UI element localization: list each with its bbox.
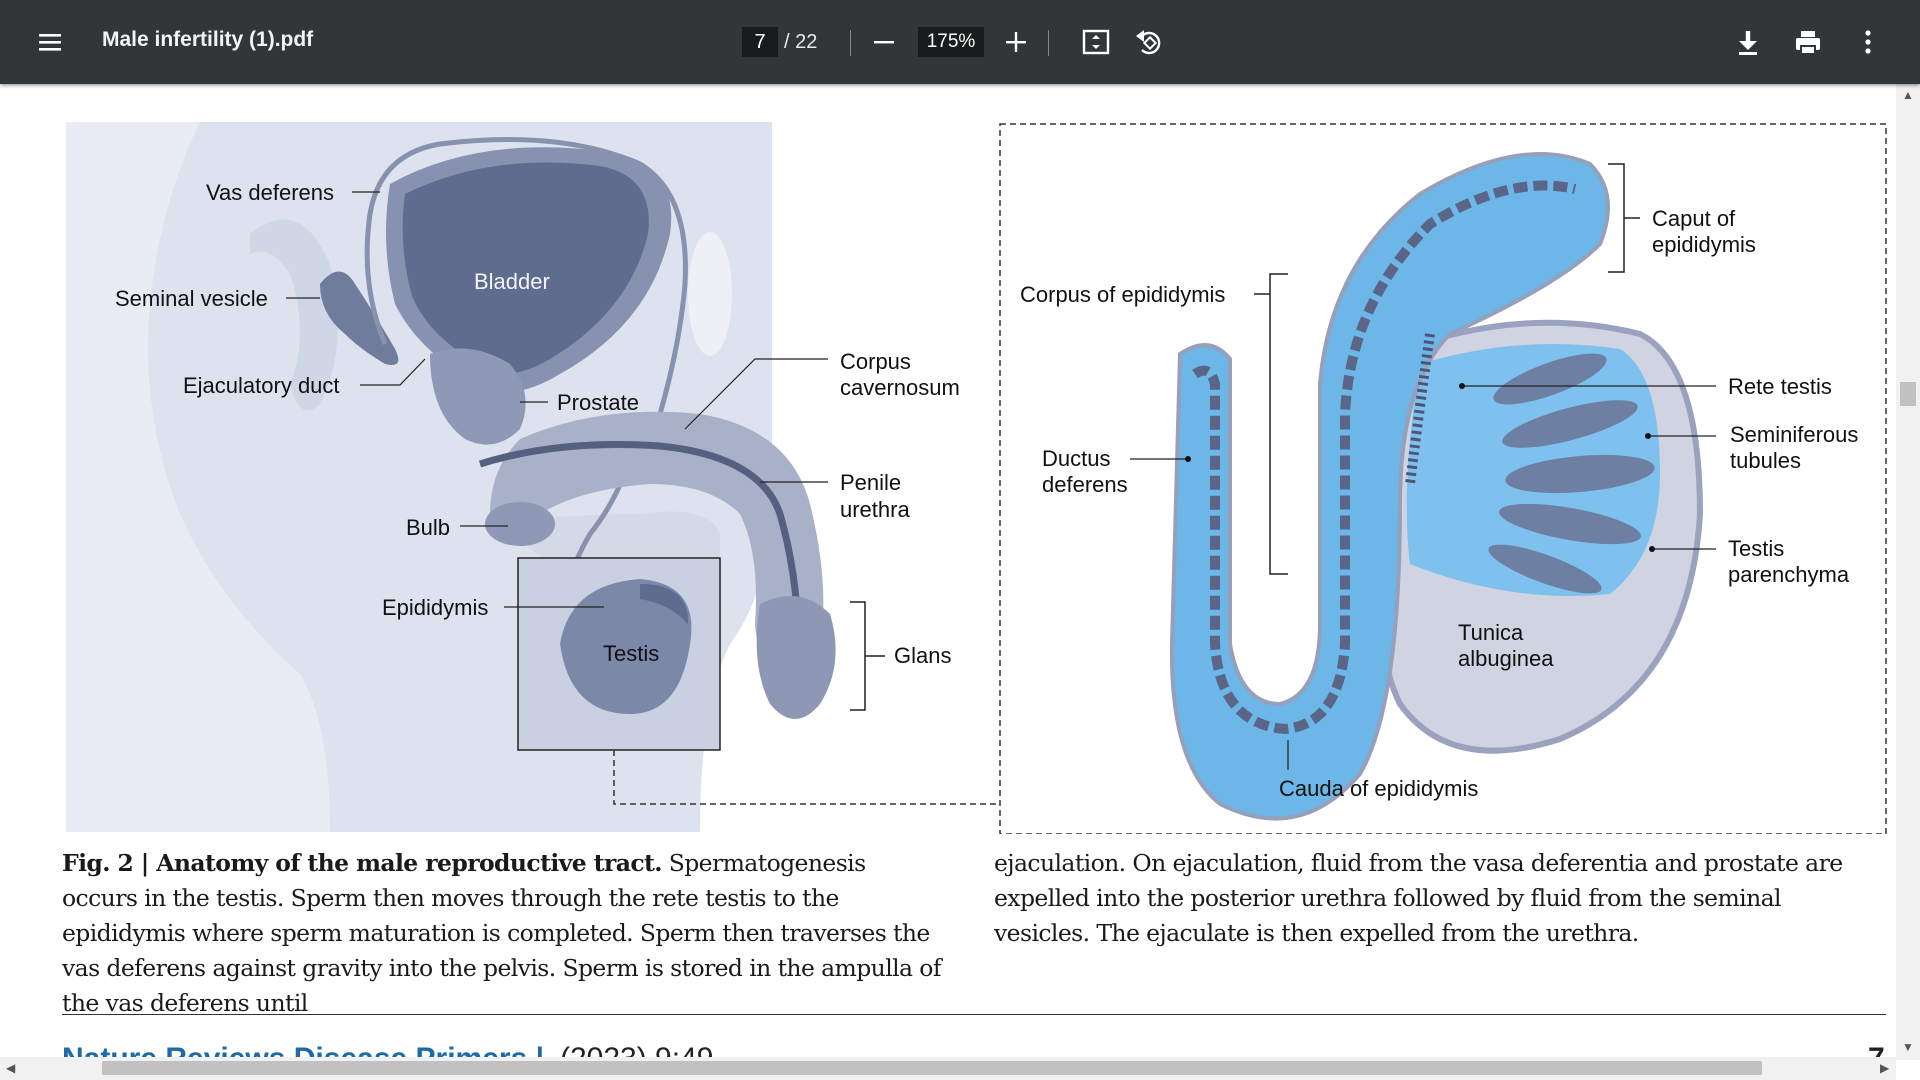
page-total: / 22 xyxy=(784,31,818,53)
label-ductus-2: deferens xyxy=(1042,472,1128,497)
document-title: Male infertility (1).pdf xyxy=(102,28,314,51)
label-ejaculatory-duct: Ejaculatory duct xyxy=(183,373,340,398)
glans-bracket xyxy=(850,601,885,711)
label-parenchyma-2: parenchyma xyxy=(1728,562,1850,587)
pdf-viewer: Vas deferens Seminal vesicle Ejaculatory… xyxy=(0,84,1920,1080)
label-cauda: Cauda of epididymis xyxy=(1279,776,1478,801)
minus-icon[interactable] xyxy=(864,22,904,62)
caput-bracket xyxy=(1608,163,1640,273)
plus-icon[interactable] xyxy=(996,22,1036,62)
label-epididymis: Epididymis xyxy=(382,595,488,620)
zoom-input[interactable]: 175% xyxy=(918,27,984,57)
label-corpus-epididymis: Corpus of epididymis xyxy=(1020,282,1225,307)
label-urethra-1: Penile xyxy=(840,470,901,495)
label-parenchyma-1: Testis xyxy=(1728,536,1784,561)
hamburger-icon[interactable] xyxy=(30,22,70,62)
label-caput-1: Caput of xyxy=(1652,206,1736,231)
pubic-bone xyxy=(688,232,732,356)
caption-fig-label: Fig. 2 | Anatomy of the male reproductiv… xyxy=(62,849,662,877)
caption-left: Fig. 2 | Anatomy of the male reproductiv… xyxy=(62,846,942,1021)
toolbar-divider xyxy=(1048,30,1049,56)
scroll-left-arrow-icon[interactable]: ◀ xyxy=(6,1061,15,1075)
scroll-down-arrow-icon[interactable]: ▼ xyxy=(1902,1040,1914,1054)
download-icon[interactable] xyxy=(1728,22,1768,62)
seminiferous-dot xyxy=(1645,433,1651,439)
label-seminiferous-1: Seminiferous xyxy=(1730,422,1858,447)
footer-rule xyxy=(62,1014,1886,1015)
scroll-right-arrow-icon[interactable]: ▶ xyxy=(1880,1061,1889,1075)
label-bladder: Bladder xyxy=(474,269,550,294)
anatomy-figure: Vas deferens Seminal vesicle Ejaculatory… xyxy=(66,122,1887,834)
label-prostate: Prostate xyxy=(557,390,639,415)
horizontal-scroll-thumb[interactable] xyxy=(102,1061,1762,1075)
label-corpus-2: cavernosum xyxy=(840,375,960,400)
label-urethra-2: urethra xyxy=(840,497,910,522)
label-corpus-1: Corpus xyxy=(840,349,911,374)
rotate-icon[interactable] xyxy=(1130,22,1170,62)
rete-dot xyxy=(1459,383,1465,389)
label-seminiferous-2: tubules xyxy=(1730,448,1801,473)
fit-page-icon[interactable] xyxy=(1076,22,1116,62)
ductus-dot xyxy=(1185,456,1191,462)
corpus-bracket xyxy=(1254,273,1288,575)
bulb-shape xyxy=(485,502,555,546)
glans-shape xyxy=(756,596,836,719)
label-tunica-2: albuginea xyxy=(1458,646,1554,671)
label-testis: Testis xyxy=(603,641,659,666)
vertical-scrollbar[interactable] xyxy=(1896,84,1920,1060)
vertical-scroll-thumb[interactable] xyxy=(1900,382,1916,406)
label-rete-testis: Rete testis xyxy=(1728,374,1832,399)
label-seminal-vesicle: Seminal vesicle xyxy=(115,286,268,311)
print-icon[interactable] xyxy=(1788,22,1828,62)
label-ductus-1: Ductus xyxy=(1042,446,1110,471)
label-glans: Glans xyxy=(894,643,951,668)
label-bulb: Bulb xyxy=(406,515,450,540)
toolbar-divider xyxy=(850,30,851,56)
more-vert-icon[interactable] xyxy=(1848,22,1888,62)
parenchyma-dot xyxy=(1649,546,1655,552)
scroll-up-arrow-icon[interactable]: ▲ xyxy=(1902,88,1914,102)
page-number-input[interactable]: 7 xyxy=(742,27,778,57)
caption-right: ejaculation. On ejaculation, fluid from … xyxy=(994,849,1843,947)
pdf-toolbar: Male infertility (1).pdf 7 / 22 175% xyxy=(0,0,1920,84)
label-tunica-1: Tunica xyxy=(1458,620,1524,645)
label-vas-deferens: Vas deferens xyxy=(206,180,334,205)
label-caput-2: epididymis xyxy=(1652,232,1756,257)
